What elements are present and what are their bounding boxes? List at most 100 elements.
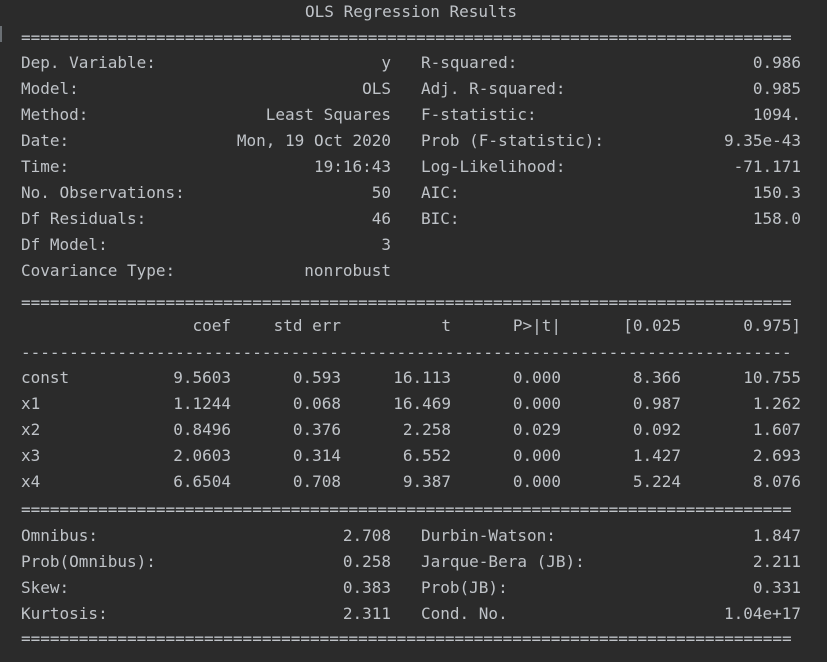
table-cell: 0.376 bbox=[292, 420, 341, 439]
summary-value: OLS bbox=[362, 79, 391, 98]
table-cell: 0.314 bbox=[292, 446, 341, 465]
gutter-marker bbox=[0, 26, 2, 42]
diagnostic-label: Omnibus: bbox=[21, 526, 99, 545]
table-cell: 2.258 bbox=[402, 420, 451, 439]
table-cell: 10.755 bbox=[743, 368, 801, 387]
table-cell: 0.000 bbox=[512, 446, 561, 465]
diagnostic-label: Prob(JB): bbox=[421, 578, 508, 597]
summary-label: BIC: bbox=[421, 209, 460, 228]
summary-label: Covariance Type: bbox=[21, 261, 176, 280]
diagnostic-row: Omnibus: 2.708 Durbin-Watson: 1.847 bbox=[0, 523, 827, 549]
summary-value: 50 bbox=[371, 183, 391, 202]
table-cell: 0.593 bbox=[292, 368, 341, 387]
diagnostic-value: 1.847 bbox=[752, 526, 801, 545]
page-title: OLS Regression Results bbox=[305, 2, 517, 21]
table-cell: 1.1244 bbox=[173, 394, 231, 413]
summary-value: 46 bbox=[371, 209, 391, 228]
diagnostic-label: Kurtosis: bbox=[21, 604, 108, 623]
summary-label: Dep. Variable: bbox=[21, 53, 156, 72]
table-cell: 0.8496 bbox=[173, 420, 231, 439]
coef-header: P>|t| bbox=[512, 316, 561, 335]
table-cell: 8.366 bbox=[632, 368, 681, 387]
summary-row: Df Residuals: 46 BIC: 158.0 bbox=[0, 206, 827, 232]
diagnostic-label: Jarque-Bera (JB): bbox=[421, 552, 585, 571]
coef-header: [0.025 bbox=[623, 316, 681, 335]
coef-header: t bbox=[441, 316, 451, 335]
summary-row: Dep. Variable: y R-squared: 0.986 bbox=[0, 50, 827, 76]
summary-label: Df Residuals: bbox=[21, 209, 147, 228]
summary-label: F-statistic: bbox=[421, 105, 537, 124]
table-cell: 0.000 bbox=[512, 472, 561, 491]
table-row: x3 2.0603 0.314 6.552 0.000 1.427 2.693 bbox=[0, 443, 827, 469]
diagnostic-value: 1.04e+17 bbox=[723, 604, 801, 623]
summary-value: 0.986 bbox=[752, 53, 801, 72]
summary-row: No. Observations: 50 AIC: 150.3 bbox=[0, 180, 827, 206]
table-cell: 0.708 bbox=[292, 472, 341, 491]
table-row: x2 0.8496 0.376 2.258 0.029 0.092 1.607 bbox=[0, 417, 827, 443]
summary-label: R-squared: bbox=[421, 53, 518, 72]
diagnostic-row: Skew: 0.383 Prob(JB): 0.331 bbox=[0, 575, 827, 601]
summary-label: Prob (F-statistic): bbox=[421, 131, 605, 150]
summary-row: Method: Least Squares F-statistic: 1094. bbox=[0, 102, 827, 128]
diagnostic-label: Prob(Omnibus): bbox=[21, 552, 156, 571]
table-cell: 1.427 bbox=[632, 446, 681, 465]
summary-value: 0.985 bbox=[752, 79, 801, 98]
table-cell: 9.387 bbox=[402, 472, 451, 491]
table-cell: 5.224 bbox=[632, 472, 681, 491]
summary-value: 1094. bbox=[752, 105, 801, 124]
diagnostic-label: Skew: bbox=[21, 578, 70, 597]
summary-value: nonrobust bbox=[304, 261, 391, 280]
summary-value: 150.3 bbox=[752, 183, 801, 202]
summary-value: 9.35e-43 bbox=[723, 131, 801, 150]
table-cell: 16.469 bbox=[393, 394, 451, 413]
separator-diag-top: ========================================… bbox=[21, 500, 792, 519]
table-cell: 1.262 bbox=[752, 394, 801, 413]
summary-label: Time: bbox=[21, 157, 70, 176]
table-cell: 16.113 bbox=[393, 368, 451, 387]
coef-header: 0.975] bbox=[743, 316, 801, 335]
summary-value: Mon, 19 Oct 2020 bbox=[236, 131, 391, 150]
summary-row: Date: Mon, 19 Oct 2020 Prob (F-statistic):… bbox=[0, 128, 827, 154]
diagnostic-row: Prob(Omnibus): 0.258 Jarque-Bera (JB): 2.21… bbox=[0, 549, 827, 575]
diagnostic-label: Durbin-Watson: bbox=[421, 526, 556, 545]
table-cell: 0.000 bbox=[512, 368, 561, 387]
separator-top: ========================================… bbox=[21, 28, 792, 47]
table-row: x1 1.1244 0.068 16.469 0.000 0.987 1.262 bbox=[0, 391, 827, 417]
summary-label: AIC: bbox=[421, 183, 460, 202]
coef-header: std err bbox=[273, 316, 341, 335]
table-cell: 2.693 bbox=[752, 446, 801, 465]
table-cell: 6.552 bbox=[402, 446, 451, 465]
table-cell: 9.5603 bbox=[173, 368, 231, 387]
diagnostic-value: 0.258 bbox=[342, 552, 391, 571]
summary-label: Method: bbox=[21, 105, 89, 124]
console-output: OLS Regression Results ==================… bbox=[0, 0, 827, 662]
summary-value: y bbox=[381, 53, 391, 72]
summary-value: 158.0 bbox=[752, 209, 801, 228]
row-label: x2 bbox=[21, 420, 41, 439]
table-row: const 9.5603 0.593 16.113 0.000 8.366 10.755 bbox=[0, 365, 827, 391]
diagnostic-value: 0.331 bbox=[752, 578, 801, 597]
summary-label: Date: bbox=[21, 131, 70, 150]
summary-label: Df Model: bbox=[21, 235, 108, 254]
diagnostic-label: Cond. No. bbox=[421, 604, 508, 623]
summary-label: Log-Likelihood: bbox=[421, 157, 566, 176]
table-cell: 0.029 bbox=[512, 420, 561, 439]
coef-header: coef bbox=[192, 316, 231, 335]
diagnostic-value: 0.383 bbox=[342, 578, 391, 597]
table-cell: 0.000 bbox=[512, 394, 561, 413]
table-cell: 6.6504 bbox=[173, 472, 231, 491]
summary-value: 19:16:43 bbox=[313, 157, 391, 176]
separator-bottom: ========================================… bbox=[21, 629, 792, 648]
separator-coef-header: ----------------------------------------… bbox=[21, 343, 792, 362]
table-cell: 0.092 bbox=[632, 420, 681, 439]
summary-value: 3 bbox=[381, 235, 391, 254]
table-row: x4 6.6504 0.708 9.387 0.000 5.224 8.076 bbox=[0, 469, 827, 495]
summary-label: Adj. R-squared: bbox=[421, 79, 566, 98]
row-label: const bbox=[21, 368, 70, 387]
table-cell: 8.076 bbox=[752, 472, 801, 491]
row-label: x3 bbox=[21, 446, 41, 465]
coef-header-row: coef std err t P>|t| [0.025 0.975] bbox=[0, 313, 827, 339]
summary-row: Model: OLS Adj. R-squared: 0.985 bbox=[0, 76, 827, 102]
diagnostic-value: 2.211 bbox=[752, 552, 801, 571]
table-cell: 1.607 bbox=[752, 420, 801, 439]
